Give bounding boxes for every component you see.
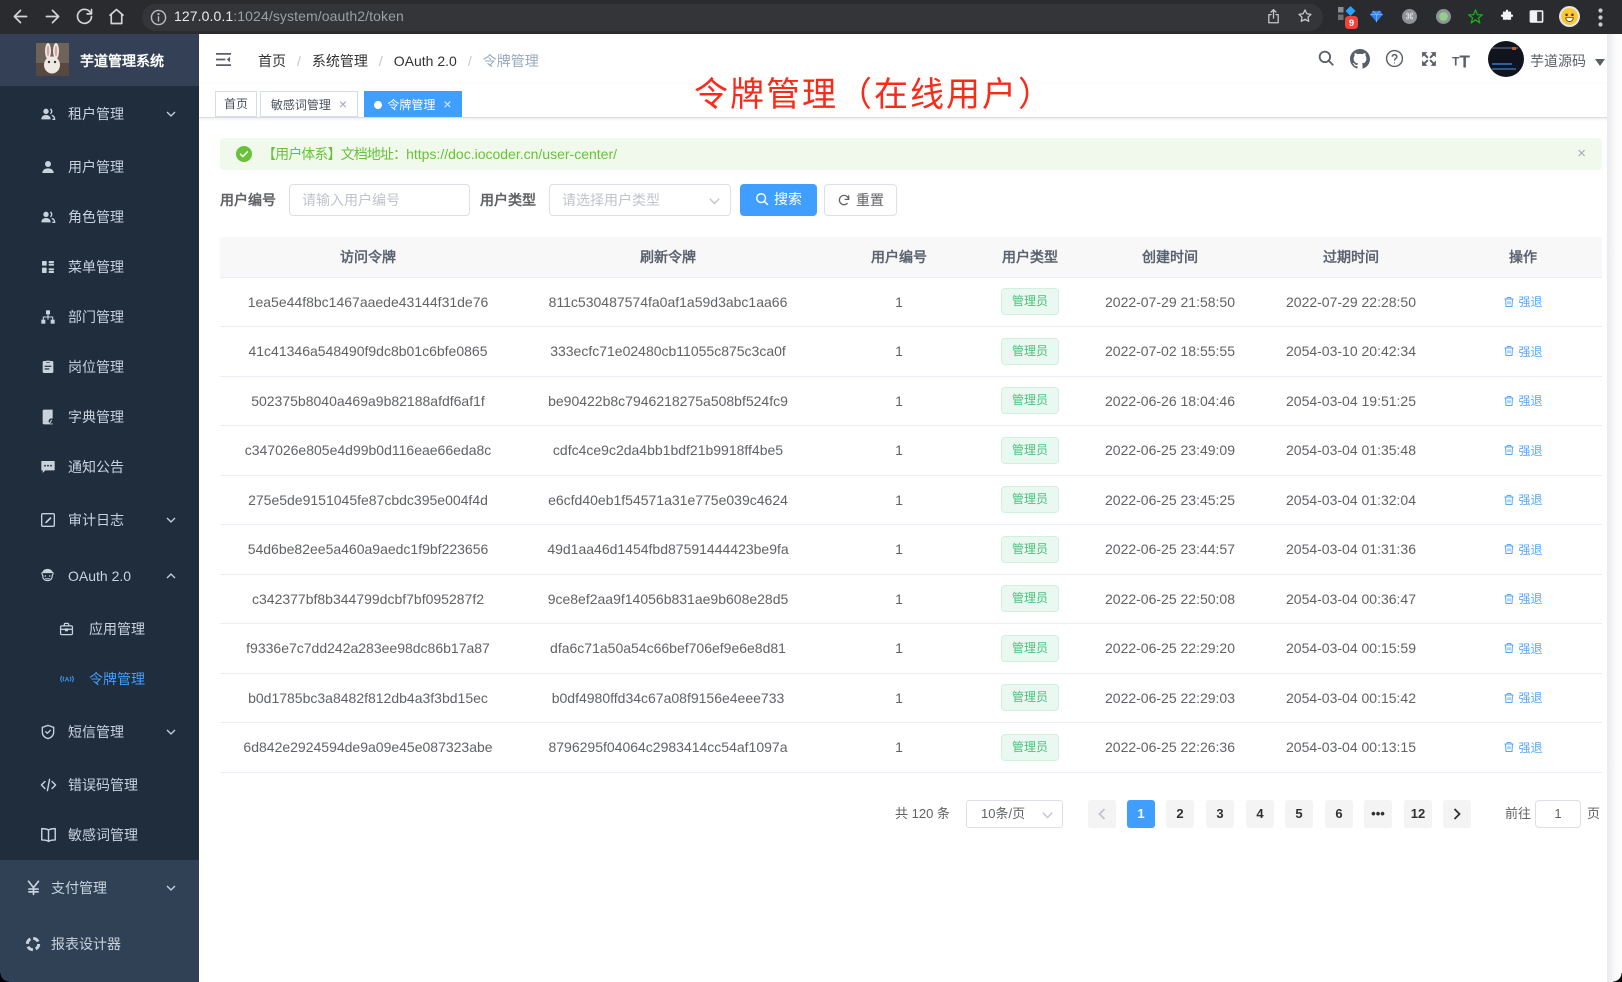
svg-text:9: 9: [1349, 18, 1354, 29]
svg-text:⌘: ⌘: [1405, 12, 1414, 22]
svg-text:T: T: [1459, 51, 1470, 70]
svg-text:A: A: [65, 676, 70, 683]
